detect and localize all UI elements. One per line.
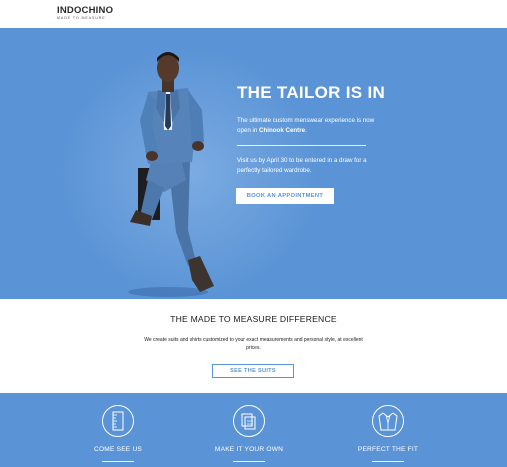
feature-label: MAKE IT YOUR OWN [214, 446, 284, 453]
hero-banner: THE TAILOR IS IN The ultimate custom men… [0, 28, 507, 299]
fabric-swatches-icon [233, 405, 265, 437]
hero-model-image [128, 52, 214, 297]
hero-intro-text: The ultimate custom menswear experience … [237, 116, 387, 135]
feature-perfect-the-fit[interactable]: PERFECT THE FIT [328, 393, 448, 467]
hero-location: Chinook Centre [259, 126, 306, 134]
hero-promo-text: Visit us by April 30 to be entered in a … [237, 157, 367, 174]
feature-come-see-us[interactable]: COME SEE US [58, 393, 178, 467]
feature-underline [372, 461, 404, 462]
indochino-logo[interactable]: INDOCHINO MADE TO MEASURE [57, 5, 113, 21]
feature-label: COME SEE US [94, 446, 142, 453]
measuring-tape-icon [102, 405, 134, 437]
feature-label: PERFECT THE FIT [357, 446, 419, 453]
feature-make-it-your-own[interactable]: MAKE IT YOUR OWN [189, 393, 309, 467]
suit-jacket-icon [372, 405, 404, 437]
made-to-measure-section: THE MADE TO MEASURE DIFFERENCE We create… [0, 299, 507, 393]
hero-title: THE TAILOR IS IN [237, 83, 386, 102]
features-strip: COME SEE US MAKE IT YOUR OWN PERFECT THE… [0, 393, 507, 467]
logo-tagline: MADE TO MEASURE [57, 16, 106, 20]
section-description: We create suits and shirts customized to… [144, 337, 363, 351]
feature-underline [102, 461, 134, 462]
book-appointment-button[interactable]: BOOK AN APPOINTMENT [236, 188, 334, 204]
feature-underline [233, 461, 265, 462]
hero-intro-end: . [305, 126, 307, 134]
see-the-suits-button[interactable]: SEE THE SUITS [212, 364, 294, 378]
logo-wordmark: INDOCHINO [57, 5, 114, 16]
site-header: INDOCHINO MADE TO MEASURE [0, 0, 507, 28]
section-title: THE MADE TO MEASURE DIFFERENCE [170, 314, 337, 324]
hero-divider [237, 145, 366, 146]
